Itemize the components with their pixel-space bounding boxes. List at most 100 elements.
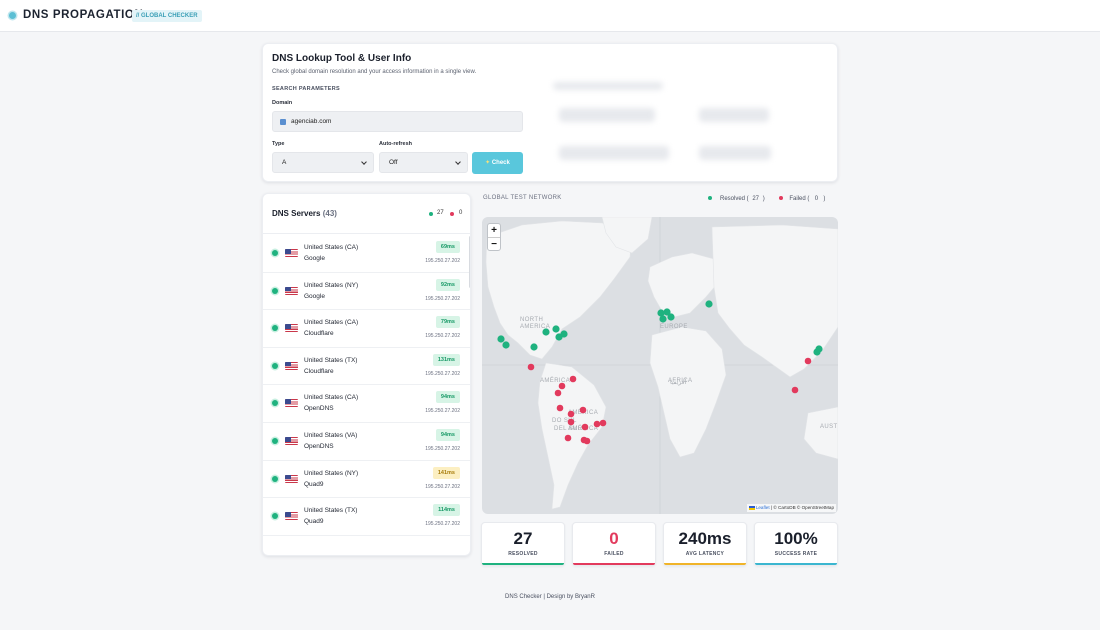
failed-marker xyxy=(556,404,564,412)
stat-card: 27 RESOLVED xyxy=(481,522,565,566)
dns-server-row[interactable]: United States (CA) Cloudflare 79ms 195.250.… xyxy=(263,310,470,348)
server-location: United States (VA) xyxy=(304,431,358,439)
failed-marker xyxy=(583,437,591,445)
stat-label: FAILED xyxy=(604,551,624,557)
attribution-text: | © CartoDB © OpenStreetMap xyxy=(769,505,834,510)
globe-icon xyxy=(9,12,16,19)
region-label: AMÉRICA xyxy=(540,377,570,384)
server-ip: 195.250.27.202 xyxy=(425,370,460,377)
south-america-landmass xyxy=(537,362,607,510)
domain-value: agenciab.com xyxy=(291,118,332,125)
region-label: AUST xyxy=(820,424,838,430)
resolved-dot-icon xyxy=(429,212,433,216)
lookup-card: DNS Lookup Tool & User Info Check global… xyxy=(262,43,838,182)
failed-marker xyxy=(579,406,587,414)
server-location: United States (CA) xyxy=(304,319,359,327)
latency-badge: 131ms xyxy=(432,353,460,366)
us-flag-icon xyxy=(285,436,298,445)
failed-count: 0 xyxy=(459,210,463,216)
dns-server-row[interactable]: United States (NY) Quad9 141ms 195.250.27.2… xyxy=(263,461,470,499)
server-ip: 195.250.27.202 xyxy=(425,408,460,415)
resolved-count: 27 xyxy=(437,210,444,216)
failed-marker xyxy=(581,423,589,431)
stat-value: 27 xyxy=(513,529,533,548)
server-location: United States (CA) xyxy=(304,394,359,402)
stat-value: 0 xyxy=(609,529,619,548)
server-location: United States (NY) xyxy=(304,469,359,477)
type-value: A xyxy=(282,159,287,166)
stat-card: 100% SUCCESS RATE xyxy=(754,522,838,566)
server-ip: 195.250.27.202 xyxy=(425,445,460,452)
region-label: NORTH xyxy=(520,317,543,323)
failed-marker xyxy=(804,357,812,365)
check-button[interactable]: ✦ Check xyxy=(472,152,523,174)
latency-badge: 141ms xyxy=(432,466,460,479)
region-label: EUROPE xyxy=(660,324,688,330)
europe-landmass xyxy=(647,252,719,318)
status-dot-icon xyxy=(272,437,278,444)
resolved-marker xyxy=(667,313,675,321)
dns-server-row[interactable]: United States (VA) OpenDNS 94ms 195.250.27.… xyxy=(263,423,470,461)
resolved-legend-count: 27 xyxy=(752,196,760,202)
type-select[interactable]: A xyxy=(272,152,374,173)
stat-card: 240ms AVG LATENCY xyxy=(663,522,747,566)
failed-marker xyxy=(558,382,566,390)
dns-server-row[interactable]: United States (NY) Google 92ms 195.250.27.2… xyxy=(263,273,470,311)
us-flag-icon xyxy=(285,512,298,521)
us-flag-icon xyxy=(285,249,298,257)
status-dot-icon xyxy=(272,513,278,520)
server-list-scrollbar[interactable] xyxy=(469,236,470,288)
zoom-out-button[interactable]: − xyxy=(488,238,500,251)
failed-legend-close: ) xyxy=(823,196,826,202)
map-legend: Resolved (27) Failed (0) xyxy=(708,196,825,202)
australia-landmass xyxy=(803,406,838,460)
latency-badge: 79ms xyxy=(435,316,460,329)
dns-servers-title: DNS Servers (43) xyxy=(272,209,337,218)
server-ip: 195.250.27.202 xyxy=(425,295,460,302)
dns-servers-count: (43) xyxy=(322,209,337,218)
top-bar: DNS PROPAGATION // GLOBAL CHECKER xyxy=(0,0,1100,32)
dns-servers-header: DNS Servers (43) 27 0 xyxy=(263,194,470,234)
dns-servers-title-text: DNS Servers xyxy=(272,209,321,218)
app-title: DNS PROPAGATION xyxy=(23,9,144,21)
resolved-marker xyxy=(542,328,550,336)
resolved-legend-dot-icon xyxy=(708,196,712,201)
resolved-legend-close: ) xyxy=(762,196,765,202)
latency-badge: 114ms xyxy=(433,504,460,517)
auto-refresh-select[interactable]: Off xyxy=(379,152,468,173)
map-section-label: GLOBAL TEST NETWORK xyxy=(483,195,562,201)
resolved-marker xyxy=(560,330,568,338)
africa-landmass xyxy=(649,326,727,458)
resolved-marker xyxy=(552,325,560,333)
dns-server-row[interactable]: United States (CA) OpenDNS 94ms 195.250.27.… xyxy=(263,385,470,423)
zoom-control: + − xyxy=(487,223,501,251)
status-dot-icon xyxy=(272,325,278,332)
server-provider: Cloudflare xyxy=(304,367,334,375)
failed-marker xyxy=(554,389,562,397)
leaflet-link[interactable]: Leaflet xyxy=(756,505,770,510)
stat-accent-bar xyxy=(482,563,564,565)
us-flag-icon xyxy=(285,474,298,483)
zoom-in-button[interactable]: + xyxy=(488,224,500,237)
domain-input[interactable]: agenciab.com xyxy=(272,111,523,132)
lookup-title: DNS Lookup Tool & User Info xyxy=(272,53,412,64)
resolved-legend-label: Resolved ( xyxy=(720,196,749,202)
map-canvas: NORTHAMERICAEUROPEAFRICAأفريقياAMÉRICAAM… xyxy=(482,217,838,514)
latency-badge: 69ms xyxy=(435,241,460,253)
us-flag-icon xyxy=(285,361,298,370)
check-button-label: Check xyxy=(491,160,510,166)
dns-server-row[interactable]: United States (TX) Quad9 114ms 195.250.27.2… xyxy=(263,498,470,536)
status-dot-icon xyxy=(272,362,278,369)
failed-marker xyxy=(567,410,575,418)
server-provider: Google xyxy=(304,255,325,262)
failed-marker xyxy=(791,386,799,394)
resolved-marker xyxy=(530,343,538,351)
server-provider: Google xyxy=(304,292,325,300)
domain-icon xyxy=(280,119,286,125)
dns-server-row[interactable]: United States (TX) Cloudflare 131ms 195.250… xyxy=(263,348,470,386)
world-map[interactable]: NORTHAMERICAEUROPEAFRICAأفريقياAMÉRICAAM… xyxy=(482,217,838,514)
latency-badge: 94ms xyxy=(435,428,460,441)
dns-server-row[interactable]: United States (CA) Google 69ms 195.250.27.2… xyxy=(263,235,470,273)
stat-accent-bar xyxy=(664,563,746,565)
failed-marker xyxy=(567,418,575,426)
